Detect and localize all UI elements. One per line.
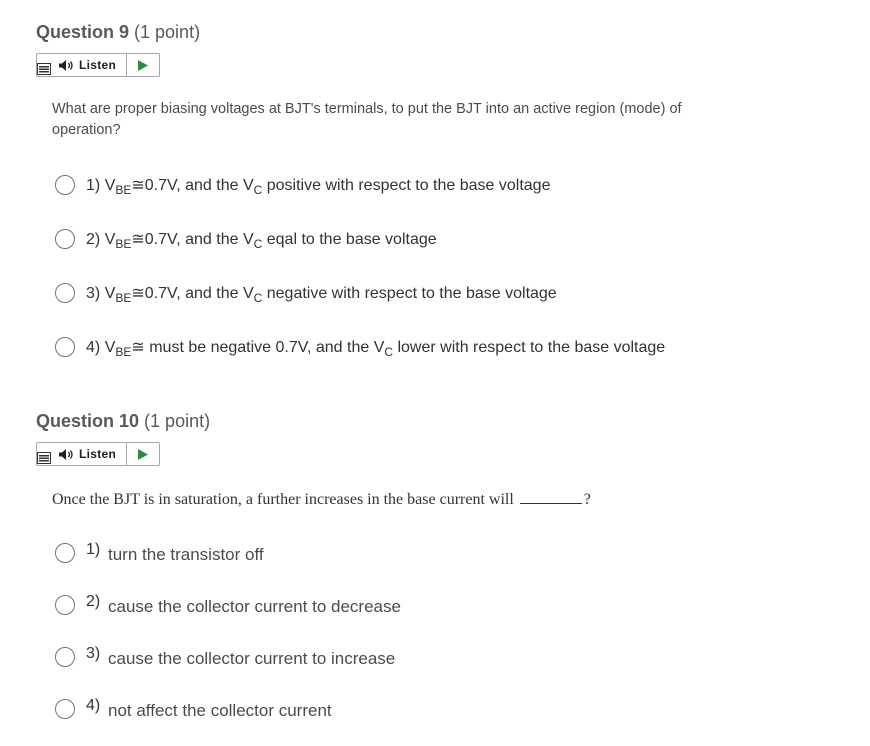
menu-icon[interactable] [37,452,51,464]
question-10-title: Question 10 (1 point) [36,411,210,432]
question-points: (1 point) [144,411,211,431]
divider [126,54,127,76]
listen-label: Listen [79,447,117,461]
option-text: turn the transistor off [108,545,264,564]
listen-label: Listen [79,58,117,72]
radio-button[interactable] [55,543,75,563]
menu-icon[interactable] [37,63,51,75]
radio-button[interactable] [55,337,75,357]
option-text: 3) VBE≅0.7V, and the VC negative with re… [86,285,557,305]
question-number: Question 9 [36,22,130,42]
question-10-prompt: Once the BJT is in saturation, a further… [52,489,591,508]
divider [126,443,127,465]
option-number: 4) [86,697,101,714]
listen-button-q9[interactable]: Listen [36,53,160,77]
option-number: 3) [86,645,101,662]
option-text: 4) VBE≅ must be negative 0.7V, and the V… [86,339,666,359]
radio-button[interactable] [55,283,75,303]
radio-button[interactable] [55,175,75,195]
play-icon[interactable] [137,59,149,72]
option-text: 1) VBE≅0.7V, and the VC positive with re… [86,177,551,197]
option-number: 1) [86,541,101,558]
radio-button[interactable] [55,229,75,249]
radio-button[interactable] [55,647,75,667]
fill-in-blank [519,489,582,504]
radio-button[interactable] [55,595,75,615]
question-number: Question 10 [36,411,140,431]
speaker-icon [59,449,73,460]
option-number: 2) [86,593,101,610]
question-points: (1 point) [134,22,201,42]
play-icon[interactable] [137,448,149,461]
listen-button-q10[interactable]: Listen [36,442,160,466]
question-9-prompt: What are proper biasing voltages at BJT'… [52,101,682,138]
option-text: cause the collector current to decrease [108,597,401,616]
speaker-icon [59,60,73,71]
question-9-title: Question 9 (1 point) [36,22,200,43]
option-text: cause the collector current to increase [108,649,396,668]
option-text: 2) VBE≅0.7V, and the VC eqal to the base… [86,231,437,251]
option-text: not affect the collector current [108,701,332,720]
radio-button[interactable] [55,699,75,719]
